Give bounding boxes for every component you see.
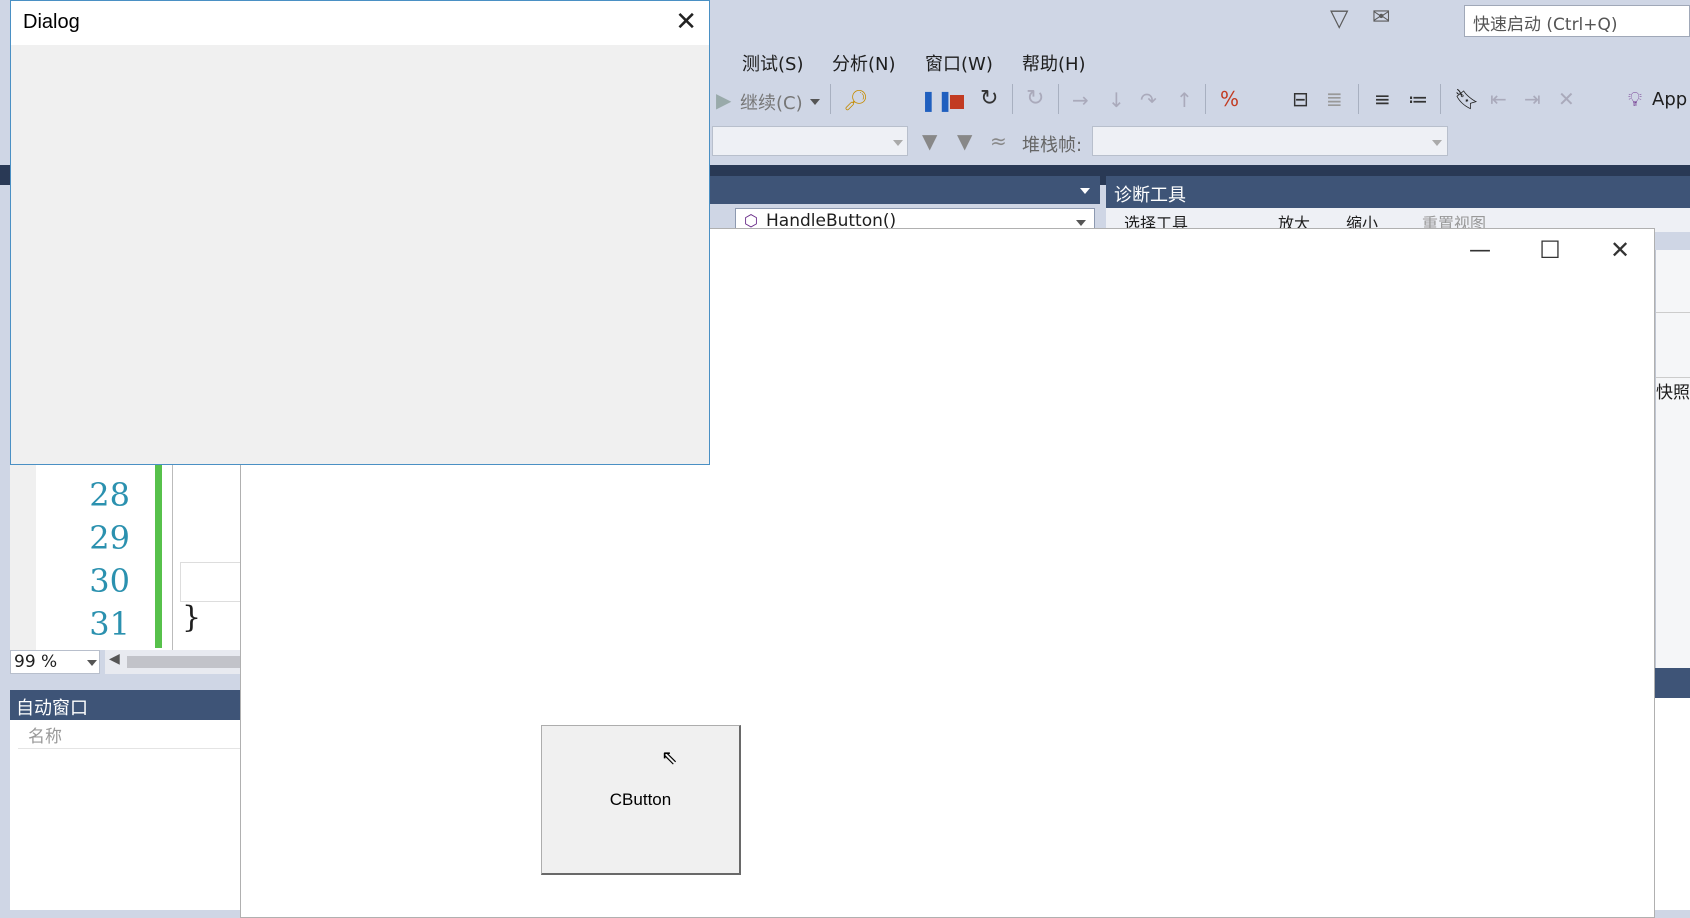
app-insights-label[interactable]: App xyxy=(1652,89,1687,110)
line-number: 30 xyxy=(89,562,130,600)
stack-frame-label: 堆栈帧: xyxy=(1022,135,1083,156)
menu-help[interactable]: 帮助(H) xyxy=(1022,50,1086,76)
chevron-down-icon[interactable] xyxy=(893,140,903,146)
dialog-window: Dialog ✕ xyxy=(10,0,710,465)
indent-guide xyxy=(172,460,173,650)
filter-icon[interactable]: ▽ xyxy=(1330,6,1348,30)
snapshot-button[interactable]: 快照 xyxy=(1656,378,1690,403)
minimize-button[interactable]: — xyxy=(1460,238,1500,263)
autos-title: 自动窗口 xyxy=(16,698,88,719)
change-tracking-bar xyxy=(155,462,162,648)
step-into-icon[interactable]: ↓ xyxy=(1108,90,1125,110)
diagnostics-header: 诊断工具 xyxy=(1106,176,1690,208)
horizontal-scrollbar[interactable]: ◀ xyxy=(105,650,240,674)
step-out-icon[interactable]: ↑ xyxy=(1176,90,1193,110)
bookmark-icon[interactable]: 🔖︎ xyxy=(1454,89,1479,109)
toggle-icon[interactable]: ≈ xyxy=(990,131,1007,151)
editor-tab-bar xyxy=(710,176,1100,204)
continue-button[interactable]: 继续(C) xyxy=(740,89,803,115)
bottom-right-panel xyxy=(1655,670,1690,910)
chevron-down-icon[interactable] xyxy=(1432,140,1442,146)
menu-analyze[interactable]: 分析(N) xyxy=(832,50,896,76)
quick-launch-input[interactable]: 快速启动 (Ctrl+Q) xyxy=(1464,5,1690,37)
menu-window[interactable]: 窗口(W) xyxy=(925,50,993,76)
indent-icon[interactable]: ≡ xyxy=(1374,89,1391,109)
comment-icon[interactable]: ≔ xyxy=(1408,89,1428,109)
mouse-cursor-icon: ⇖ xyxy=(661,745,678,769)
show-next-statement-icon[interactable]: → xyxy=(1072,90,1089,110)
autos-body: 名称 xyxy=(10,720,240,910)
zoom-value: 99 % xyxy=(14,652,58,672)
prev-bookmark-icon[interactable]: ⇤ xyxy=(1490,89,1507,109)
chevron-down-icon xyxy=(1076,220,1086,226)
line-number: 31 xyxy=(89,605,130,643)
line-number: 28 xyxy=(89,476,130,514)
find-icon[interactable]: 🔎︎ xyxy=(843,90,868,110)
pause-icon[interactable]: ❚❚ xyxy=(920,90,954,110)
current-line-highlight xyxy=(180,562,240,602)
code-brace: } xyxy=(182,600,202,635)
panel-header-band xyxy=(1655,668,1690,698)
cbutton[interactable]: CButton xyxy=(541,725,741,875)
stop-icon[interactable] xyxy=(950,95,964,109)
autos-header: 自动窗口 xyxy=(10,690,240,720)
process-combo[interactable] xyxy=(712,126,908,156)
line-number: 29 xyxy=(89,519,130,557)
editor-margin xyxy=(10,450,36,650)
dialog-title: Dialog xyxy=(23,11,80,33)
filter-clear-icon[interactable]: ▼ xyxy=(957,131,972,151)
maximize-icon[interactable]: ☐ xyxy=(1530,236,1570,264)
dialog-titlebar[interactable]: Dialog ✕ xyxy=(11,1,709,45)
outdent-icon[interactable]: ≣ xyxy=(1326,89,1343,109)
cbutton-label: CButton xyxy=(609,789,672,809)
restart-icon[interactable]: ↻ xyxy=(980,88,998,110)
zoom-combo[interactable]: 99 % xyxy=(10,650,100,674)
next-bookmark-icon[interactable]: ⇥ xyxy=(1524,89,1541,109)
hot-reload-icon[interactable]: ↻ xyxy=(1026,88,1044,110)
stack-frame-combo[interactable] xyxy=(1092,126,1448,156)
app-insights-icon[interactable]: 💡︎ xyxy=(1628,89,1642,109)
feedback-icon[interactable]: ✉ xyxy=(1372,7,1390,29)
filter-icon[interactable]: ▼ xyxy=(922,131,937,151)
close-icon[interactable]: ✕ xyxy=(675,7,697,37)
thread-icon[interactable]: ⊟ xyxy=(1292,89,1309,109)
menu-test[interactable]: 测试(S) xyxy=(742,50,803,76)
scrollbar-thumb[interactable] xyxy=(127,656,240,668)
chevron-down-icon[interactable] xyxy=(810,99,820,105)
diagnostics-side-strip: 快照 xyxy=(1655,250,1690,670)
close-icon[interactable]: ✕ xyxy=(1600,236,1640,264)
step-over-icon[interactable]: ↷ xyxy=(1140,90,1157,110)
breakpoints-icon[interactable]: % xyxy=(1220,89,1239,109)
name-column-label: 名称 xyxy=(28,727,62,747)
play-icon[interactable]: ▶ xyxy=(716,90,731,110)
autos-column-header: 名称 xyxy=(18,720,240,749)
chevron-down-icon xyxy=(87,660,97,666)
chevron-down-icon[interactable] xyxy=(1080,188,1090,194)
clear-bookmarks-icon[interactable]: ✕ xyxy=(1558,89,1575,109)
diagnostics-title: 诊断工具 xyxy=(1114,185,1186,206)
scroll-left-icon[interactable]: ◀ xyxy=(109,651,120,667)
